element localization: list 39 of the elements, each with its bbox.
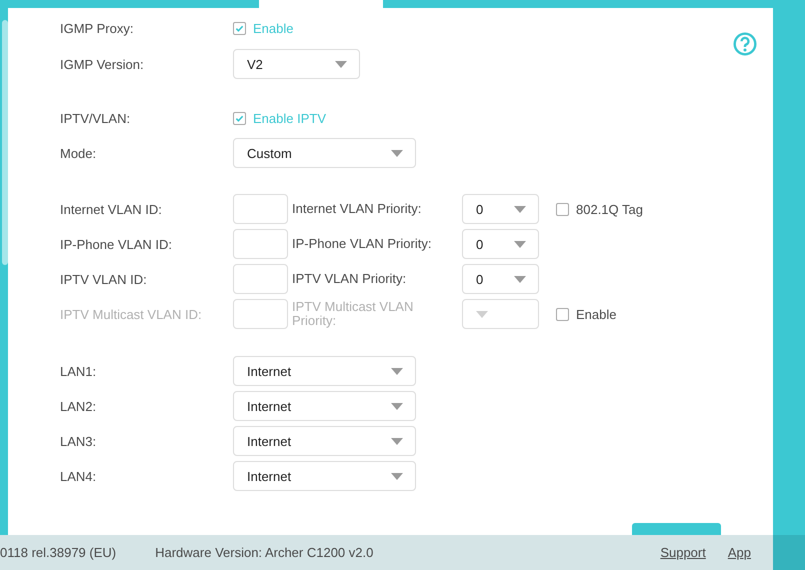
vlan-id-input[interactable] [233,194,288,224]
field-label: Internet VLAN ID: [60,202,163,216]
footer-link[interactable]: App [728,545,751,560]
check-icon [235,114,244,122]
vlan-id-input[interactable] [233,229,288,259]
field-label: LAN2: [60,398,98,414]
field-label: IPTV Multicast VLAN ID: [60,306,203,322]
priority-dropdown[interactable]: 0 [462,264,539,294]
field-label: LAN1: [60,364,98,378]
vlan-id-input[interactable] [233,264,288,294]
mode-dropdown[interactable]: Custom [233,138,416,168]
check-icon [235,24,244,32]
field-label: IP-Phone VLAN ID: [60,236,173,252]
field-label: IGMP Proxy: [60,20,134,36]
lan-dropdown[interactable]: Internet [233,426,416,456]
field-label: LAN3: [60,434,98,448]
lan-dropdown[interactable]: Internet [233,356,416,386]
priority-dropdown[interactable]: 0 [462,194,539,224]
checkbox[interactable]: 802.1Q Tag [556,202,643,216]
footer-link[interactable]: Support [660,545,706,560]
version-dropdown[interactable]: V2 [233,49,360,79]
action-button[interactable] [632,523,721,535]
lan-dropdown[interactable]: Internet [233,391,416,421]
field-label: IP-Phone VLAN Priority: [292,237,432,251]
field-label: LAN4: [60,468,98,484]
scrollbar[interactable] [2,20,8,265]
field-label: IPTV VLAN Priority: [292,272,408,286]
help-icon[interactable] [733,32,757,56]
field-label: IPTV VLAN ID: [60,272,148,286]
field-label: Internet VLAN Priority: [292,202,422,216]
field-label: IPTV Multicast VLAN Priority: [292,300,414,328]
priority-dropdown[interactable]: 0 [462,229,539,259]
firmware-version: 0118 rel.38979 (EU) [0,545,116,560]
lan-dropdown[interactable]: Internet [233,461,416,491]
field-label: Mode: [60,146,98,160]
field-label: IGMP Version: [60,56,145,72]
priority-dropdown[interactable] [462,299,539,329]
hardware-version: Hardware Version: Archer C1200 v2.0 [155,545,374,560]
field-label: IPTV/VLAN: [60,110,132,126]
